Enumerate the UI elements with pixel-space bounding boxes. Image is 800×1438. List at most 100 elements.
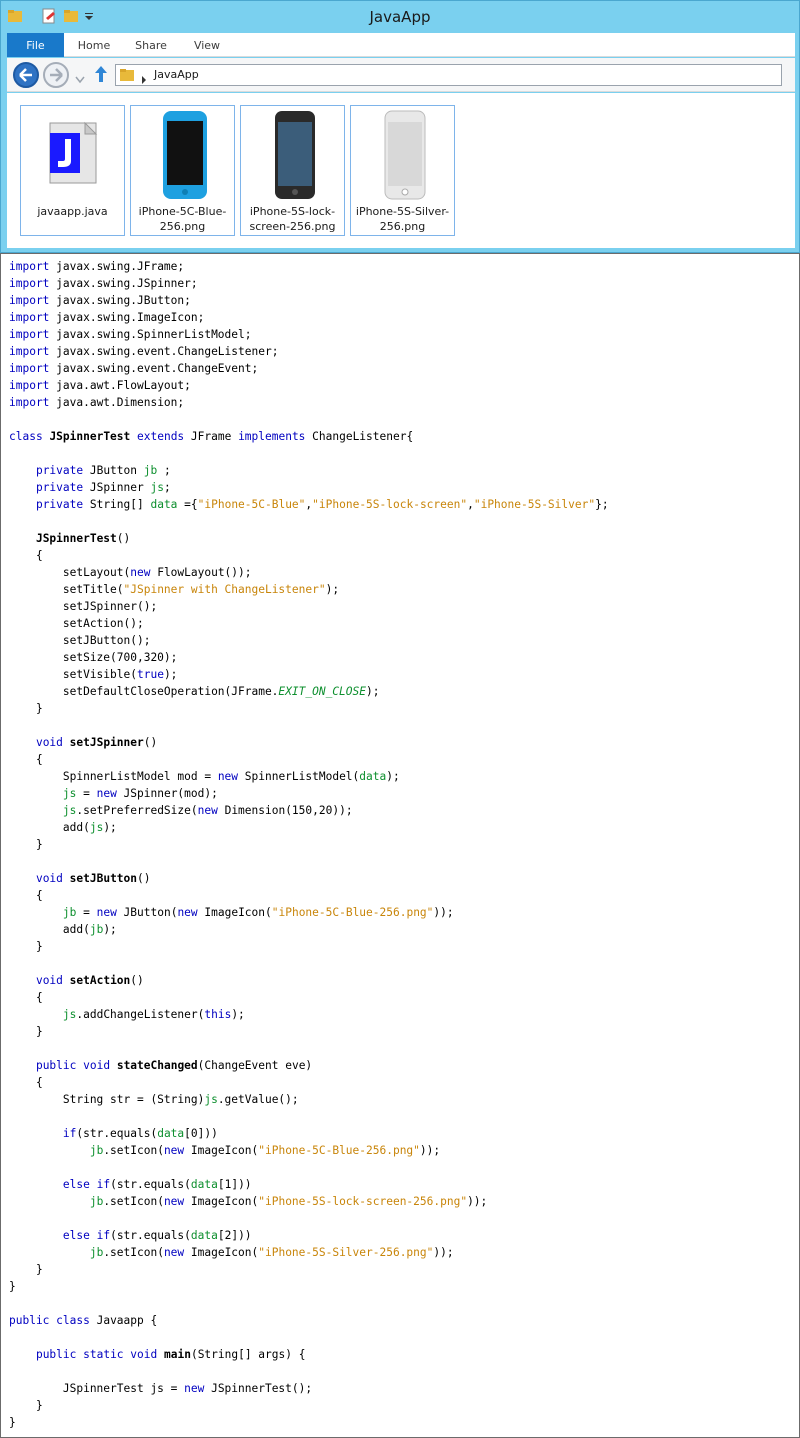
code-line: private JSpinner js; (9, 479, 609, 496)
code-text: javax.swing.event.ChangeEvent; (49, 362, 259, 375)
keyword-token: import (9, 277, 50, 290)
code-line: private String[] data ={"iPhone-5C-Blue"… (9, 496, 609, 513)
code-text: .addChangeListener( (76, 1008, 205, 1021)
keyword-token: new (163, 1195, 185, 1208)
code-line: void setAction() (9, 972, 609, 989)
identifier-token: setJButton (69, 872, 138, 885)
field-token: jb (89, 923, 104, 936)
up-arrow-icon[interactable] (93, 64, 109, 88)
constant-token: EXIT_ON_CLOSE (278, 685, 366, 698)
tab-view[interactable]: View (183, 33, 231, 57)
keyword-token: public (9, 1314, 50, 1327)
code-line: setAction(); (9, 615, 609, 632)
code-text: } (9, 940, 43, 953)
code-text: { (9, 549, 43, 562)
back-button[interactable] (13, 62, 39, 88)
identifier-token: stateChanged (116, 1059, 198, 1072)
forward-button[interactable] (43, 62, 69, 88)
string-token: "iPhone-5C-Blue-256.png" (271, 906, 434, 919)
code-editor[interactable]: import javax.swing.JFrame; import javax.s… (0, 253, 800, 1438)
keyword-token: private (35, 464, 84, 477)
code-text: FlowLayout()); (150, 566, 252, 579)
code-text: [2])) (217, 1229, 252, 1242)
code-line: JSpinnerTest() (9, 530, 609, 547)
code-text: String str = (String) (9, 1093, 205, 1106)
keyword-token: new (130, 566, 151, 579)
code-line: } (9, 836, 609, 853)
tab-file[interactable]: File (7, 33, 64, 57)
file-explorer-window: JavaApp File Home Share View JavaApp jav… (0, 0, 800, 253)
keyword-token: void (35, 872, 63, 885)
code-text: setLayout( (9, 566, 131, 579)
keyword-token: implements (238, 430, 306, 443)
keyword-token: import (9, 260, 50, 273)
code-line: add(jb); (9, 921, 609, 938)
code-text: ; (157, 464, 171, 477)
code-text: } (9, 1025, 43, 1038)
code-text: } (9, 1263, 43, 1276)
code-text: setTitle( (9, 583, 124, 596)
keyword-token: void (130, 1348, 158, 1361)
keyword-token: class (56, 1314, 90, 1327)
code-text: (ChangeEvent eve) (197, 1059, 313, 1072)
file-item[interactable]: javaapp.java (20, 105, 125, 236)
file-name: iPhone-5S-Silver-256.png (355, 205, 450, 233)
code-text: () (130, 974, 144, 987)
code-text: .setIcon( (103, 1144, 164, 1157)
tab-share[interactable]: Share (127, 33, 175, 57)
string-token: "iPhone-5S-lock-screen-256.png" (258, 1195, 468, 1208)
code-text: javax.swing.JButton; (49, 294, 191, 307)
code-line: } (9, 1261, 609, 1278)
field-token: jb (89, 1246, 104, 1259)
code-text: () (116, 532, 131, 545)
navigation-bar: JavaApp (7, 58, 795, 92)
code-line: public class Javaapp { (9, 1312, 609, 1329)
code-text: } (9, 702, 43, 715)
keyword-token: else (62, 1178, 90, 1191)
ribbon-tabs: File Home Share View (7, 33, 795, 57)
keyword-token: if (96, 1229, 111, 1242)
iphone-blue-thumbnail (135, 109, 230, 201)
code-line: import javax.swing.event.ChangeListener; (9, 343, 609, 360)
code-text: add( (9, 821, 90, 834)
code-text: ); (163, 668, 178, 681)
keyword-token: private (35, 498, 84, 511)
file-item[interactable]: iPhone-5C-Blue-256.png (130, 105, 235, 236)
breadcrumb-folder[interactable]: JavaApp (154, 68, 199, 81)
code-line: setVisible(true); (9, 666, 609, 683)
address-field[interactable]: JavaApp (115, 64, 782, 86)
code-line: js = new JSpinner(mod); (9, 785, 609, 802)
keyword-token: void (35, 736, 63, 749)
code-text: .setIcon( (103, 1195, 164, 1208)
keyword-token: static (83, 1348, 124, 1361)
code-line: void setJSpinner() (9, 734, 609, 751)
code-text: JButton (83, 464, 144, 477)
field-token: jb (143, 464, 158, 477)
file-item[interactable]: iPhone-5S-Silver-256.png (350, 105, 455, 236)
keyword-token: new (163, 1246, 185, 1259)
identifier-token: setJSpinner (69, 736, 144, 749)
code-line: import javax.swing.ImageIcon; (9, 309, 609, 326)
identifier-token: JSpinnerTest (49, 430, 131, 443)
recent-locations-chevron-icon[interactable] (75, 69, 85, 88)
code-text: } (9, 838, 43, 851)
keyword-token: import (9, 345, 50, 358)
breadcrumb-chevron-icon[interactable] (141, 70, 147, 89)
field-token: js (204, 1093, 218, 1106)
tab-home[interactable]: Home (70, 33, 118, 57)
code-text: SpinnerListModel mod = (9, 770, 218, 783)
file-item[interactable]: iPhone-5S-lock-screen-256.png (240, 105, 345, 236)
